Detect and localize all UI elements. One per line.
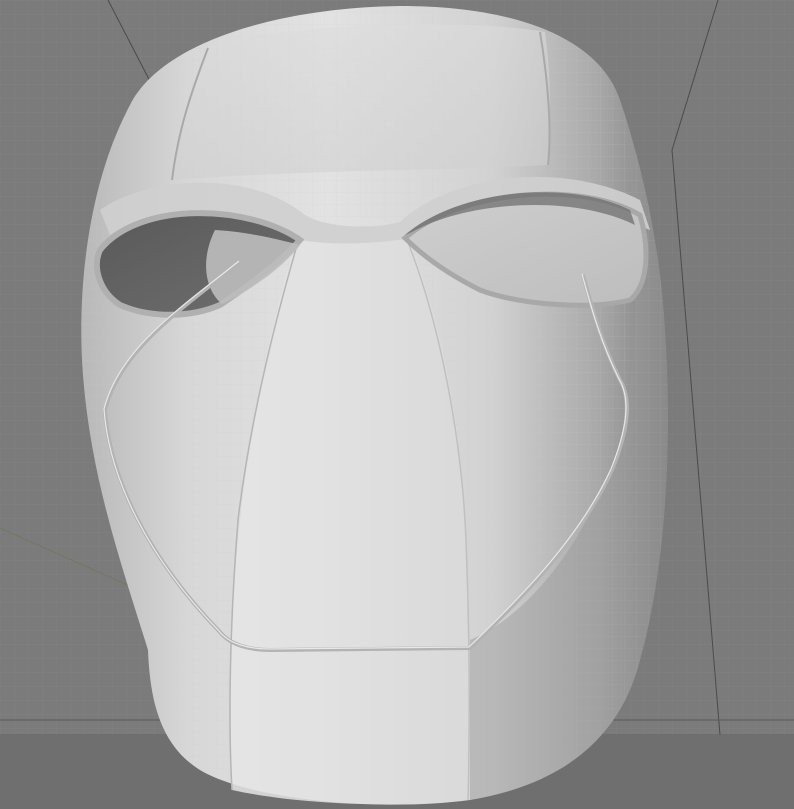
viewport-canvas[interactable] [0,0,794,809]
mask-mesh[interactable] [81,6,669,805]
forehead-panel [172,24,550,180]
3d-viewport[interactable] [0,0,794,809]
